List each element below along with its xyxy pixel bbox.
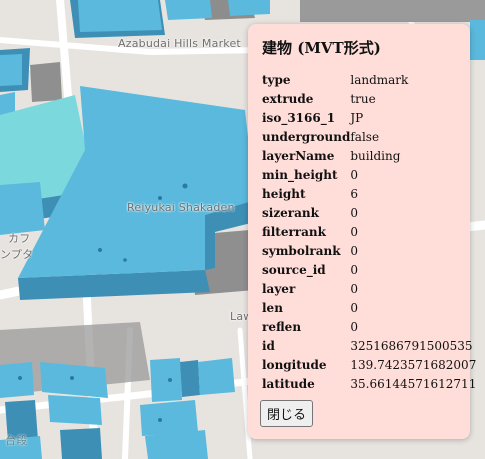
property-value: true (350, 91, 376, 106)
property-value: 0 (350, 243, 358, 258)
property-key: sizerank (262, 205, 319, 220)
map-label-jp-fragment-3: 台段 (5, 434, 28, 447)
property-key: id (262, 338, 275, 353)
property-row: filterrank 0 (262, 222, 476, 241)
property-value: 6 (350, 186, 358, 201)
property-key: layer (262, 281, 296, 296)
property-key: source_id (262, 262, 326, 277)
feature-properties-table: type landmark extrude true iso_3166_1 JP under… (262, 70, 476, 393)
map-label-reiyukai: Reiyukai Shakaden (127, 201, 235, 214)
property-value: 3251686791500535 (350, 338, 473, 353)
property-row: underground false (262, 127, 476, 146)
property-key: height (262, 186, 306, 201)
property-key: min_height (262, 167, 338, 182)
property-value: 0 (350, 205, 358, 220)
map-label-market: Azabudai Hills Market (118, 37, 241, 50)
property-value: landmark (350, 72, 409, 87)
property-row: layerName building (262, 146, 476, 165)
property-row: source_id 0 (262, 260, 476, 279)
property-key: underground (262, 129, 351, 144)
property-row: height 6 (262, 184, 476, 203)
property-key: len (262, 300, 283, 315)
property-value: building (350, 148, 401, 163)
property-key: symbolrank (262, 243, 341, 258)
property-value: 0 (350, 167, 358, 182)
property-row: extrude true (262, 89, 476, 108)
property-key: layerName (262, 148, 335, 163)
property-key: longitude (262, 357, 327, 372)
property-row: latitude 35.66144571612711 (262, 374, 476, 393)
property-row: sizerank 0 (262, 203, 476, 222)
property-key: iso_3166_1 (262, 110, 336, 125)
property-value: 35.66144571612711 (350, 376, 477, 391)
close-button[interactable]: 閉じる (260, 400, 314, 427)
popup-title: 建物 (MVT形式) (262, 39, 381, 57)
property-value: 0 (350, 281, 358, 296)
feature-popup: 建物 (MVT形式) type landmark extrude true iso_31… (248, 24, 476, 439)
property-key: extrude (262, 91, 314, 106)
property-value: 0 (350, 224, 358, 239)
property-row: type landmark (262, 70, 476, 89)
property-value: false (350, 129, 380, 144)
property-row: min_height 0 (262, 165, 476, 184)
property-row: len 0 (262, 298, 476, 317)
property-row: layer 0 (262, 279, 476, 298)
property-row: longitude 139.7423571682007 (262, 355, 476, 374)
property-value: JP (350, 110, 364, 125)
property-row: symbolrank 0 (262, 241, 476, 260)
property-key: filterrank (262, 224, 326, 239)
property-value: 0 (350, 262, 358, 277)
map-label-jp-fragment-1: カフ (8, 232, 31, 245)
property-value: 139.7423571682007 (350, 357, 477, 372)
property-key: reflen (262, 319, 302, 334)
property-value: 0 (350, 300, 358, 315)
property-key: type (262, 72, 291, 87)
property-value: 0 (350, 319, 358, 334)
property-key: latitude (262, 376, 315, 391)
property-row: iso_3166_1 JP (262, 108, 476, 127)
property-row: reflen 0 (262, 317, 476, 336)
map-label-jp-fragment-2: ンプタ (0, 248, 34, 261)
property-row: id 3251686791500535 (262, 336, 476, 355)
